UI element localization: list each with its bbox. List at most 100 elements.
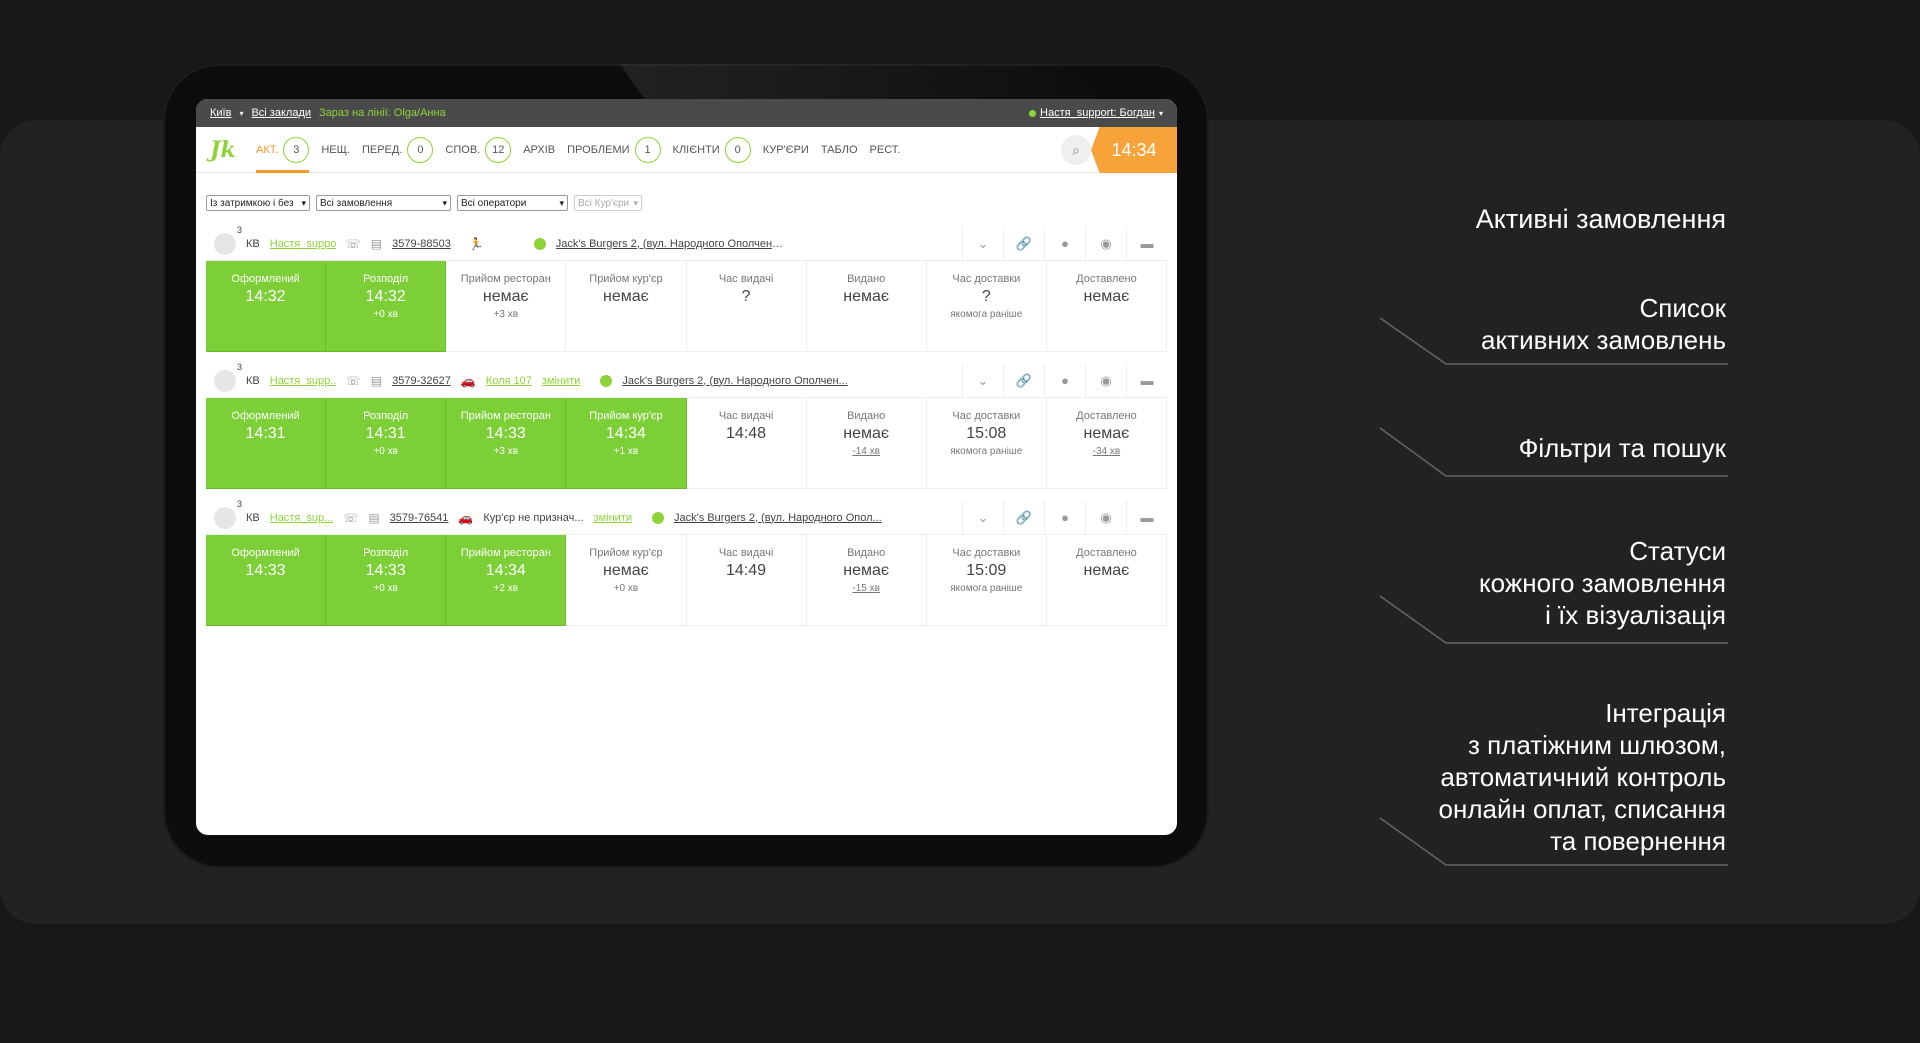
orders-list: 3 КВ Настя_support ☏ ▤ 3579-88503 🏃 Jack'… [196,225,1177,626]
cash-icon[interactable]: ▤ [368,511,379,525]
status-value: немає [1083,562,1130,579]
status-cell: Прийом кур'єр 14:34 +1 хв [566,398,687,489]
status-title: Доставлено [1076,547,1137,559]
link-icon[interactable]: 🔗 [1003,363,1044,398]
tab-6[interactable]: КЛІЄНТИ 0 [673,127,751,173]
annotation-payments: Інтеграція з платіжним шлюзом, автоматич… [1438,698,1727,856]
tab-0[interactable]: АКТ. 3 [256,127,310,173]
status-cell: Час доставки ? якомога раніше [926,261,1047,352]
cash-icon[interactable]: ▤ [371,374,382,388]
tab-label: ПРОБЛЕМИ [567,143,630,156]
comment-icon[interactable]: ▬ [1126,363,1167,398]
user-menu[interactable]: Настя_support: Богдан ▾ [1029,107,1163,119]
tab-label: АРХІВ [523,143,556,156]
link-icon[interactable]: 🔗 [1003,226,1044,261]
avatar-badge: 3 [236,361,242,372]
status-value: 14:33 [365,562,406,579]
tab-8[interactable]: ТАБЛО [821,127,858,173]
eye-icon[interactable]: ◉ [1085,500,1126,535]
status-delta: +0 хв [373,583,398,594]
status-value: немає [603,562,649,579]
status-cell: Доставлено немає [1046,535,1167,626]
alert-icon[interactable]: ● [1044,226,1085,261]
order-card: 3 КВ Настя_sup... ☏ ▤ 3579-76541 🚗 Кур'єр… [206,499,1167,626]
order-number[interactable]: 3579-76541 [390,512,449,524]
runner-icon: 🏃 [468,236,484,251]
car-icon: 🚗 [458,510,474,525]
status-title: Час видачі [718,547,774,559]
cash-icon[interactable]: ▤ [371,237,382,251]
alert-icon[interactable]: ● [1044,363,1085,398]
eye-icon[interactable]: ◉ [1085,363,1126,398]
phone-icon[interactable]: ☏ [343,511,358,525]
operator-link[interactable]: Настя_supp... [270,375,336,387]
comment-icon[interactable]: ▬ [1126,226,1167,261]
operators-filter[interactable]: Всі оператори [457,195,568,211]
operator-link[interactable]: Настя_sup... [270,512,334,524]
tab-9[interactable]: РЕСТ. [870,127,901,173]
chevron-down-icon[interactable]: ⌄ [962,500,1003,535]
change-courier-link[interactable]: змінити [542,375,580,387]
comment-icon[interactable]: ▬ [1126,500,1167,535]
status-delta: -34 хв [1092,446,1121,457]
tab-label: СПОВ. [445,143,481,156]
search-icon[interactable]: ⌕ [1061,135,1091,165]
order-number[interactable]: 3579-88503 [392,238,451,250]
phone-icon[interactable]: ☏ [346,237,361,251]
chevron-down-icon[interactable]: ⌄ [962,363,1003,398]
logo[interactable]: Jk [210,137,256,163]
region-code: КВ [246,511,260,524]
delay-filter[interactable]: Із затримкою і без [206,195,310,211]
restaurant-link[interactable]: Jack's Burgers 2, (вул. Народного Опол..… [674,512,882,524]
link-icon[interactable]: 🔗 [1003,500,1044,535]
status-title: Доставлено [1076,410,1137,422]
order-status-cells: Оформлений 14:32 Розподіл 14:32 +0 хв Пр… [206,261,1167,352]
top-bar: Київ ▾ Всі заклади Зараз на лінії: Olga/А… [196,99,1177,127]
status-title: Оформлений [231,547,300,559]
status-value: немає [603,288,649,305]
order-number[interactable]: 3579-32627 [392,375,451,387]
city-select[interactable]: Київ [210,107,231,119]
status-value: немає [843,425,890,442]
status-value: 14:49 [726,562,767,579]
tab-5[interactable]: ПРОБЛЕМИ 1 [567,127,661,173]
restaurant-link[interactable]: Jack's Burgers 2, (вул. Народного Ополче… [622,375,847,387]
status-value: немає [843,562,890,579]
chevron-down-icon[interactable]: ⌄ [962,226,1003,261]
status-cell: Доставлено немає -34 хв [1046,398,1167,489]
tab-4[interactable]: АРХІВ [523,127,555,173]
restaurant-link[interactable]: Jack's Burgers 2, (вул. Народного Ополче… [556,238,786,250]
status-cell: Час видачі ? [686,261,807,352]
status-delta: +0 хв [613,583,639,594]
status-title: Оформлений [231,273,300,285]
tab-7[interactable]: КУР'ЄРИ [763,127,809,173]
phone-icon[interactable]: ☏ [346,374,361,388]
status-value: немає [1083,288,1130,305]
avatar: 3 [214,362,242,392]
courier-name[interactable]: Коля 107 [486,375,532,387]
tab-2[interactable]: ПЕРЕД. 0 [362,127,434,173]
order-actions: ⌄ 🔗 ● ◉ ▬ [962,226,1167,261]
alert-icon[interactable]: ● [1044,500,1085,535]
status-title: Час видачі [718,410,774,422]
status-cell: Прийом ресторан 14:34 +2 хв [446,535,567,626]
filters-bar: Із затримкою і без Всі замовлення Всі оп… [196,173,1177,211]
tab-label: ТАБЛО [820,143,858,156]
change-courier-link[interactable]: змінити [594,512,632,524]
operator-link[interactable]: Настя_support [270,238,336,250]
order-actions: ⌄ 🔗 ● ◉ ▬ [962,500,1167,535]
status-value: 14:33 [245,562,286,579]
orders-filter[interactable]: Всі замовлення [316,195,451,211]
status-value: 14:32 [365,288,406,305]
tab-label: НЕЩ. [321,143,350,156]
status-title: Прийом ресторан [460,273,551,285]
status-title: Час видачі [718,273,774,285]
user-name: Настя_support: Богдан [1040,107,1155,119]
eye-icon[interactable]: ◉ [1085,226,1126,261]
tab-3[interactable]: СПОВ. 12 [445,127,512,173]
couriers-filter[interactable]: Всі Кур'єри [574,195,642,211]
tab-1[interactable]: НЕЩ. [321,127,350,173]
venues-select[interactable]: Всі заклади [251,107,311,119]
status-value: 15:09 [966,562,1007,579]
region-code: КВ [246,374,260,387]
